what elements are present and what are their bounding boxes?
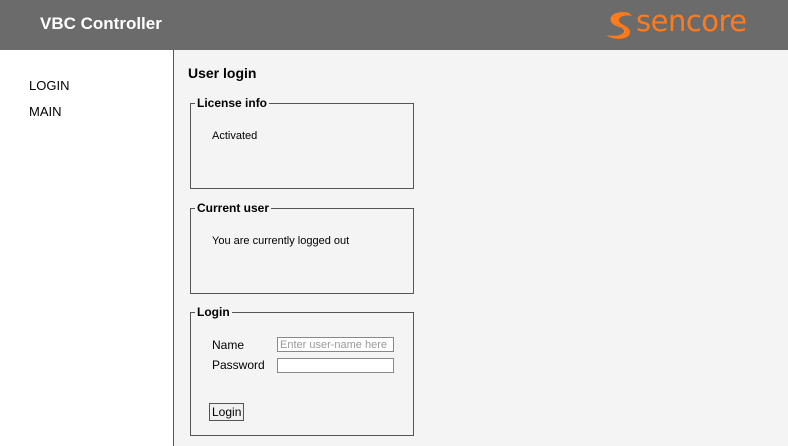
logo-wordmark: sencore [636,4,747,38]
name-label: Name [212,338,245,352]
sencore-swoosh-icon [606,12,632,39]
page-title: User login [188,65,257,81]
top-header: VBC Controller sencore [0,0,788,50]
license-info-panel: License info Activated [190,95,414,189]
main-content: User login License info Activated Curren… [174,50,788,446]
sidebar: LOGIN MAIN [0,50,174,446]
name-input[interactable] [277,337,394,352]
license-status-text: Activated [212,130,258,142]
login-panel: Login Name Password Login [190,304,414,436]
login-button[interactable]: Login [209,403,245,421]
password-input[interactable] [277,358,394,373]
license-info-legend: License info [195,95,270,111]
sencore-logo: sencore [602,4,782,44]
password-label: Password [212,358,265,372]
login-legend: Login [195,304,232,320]
current-user-legend: Current user [195,200,272,216]
current-user-status-text: You are currently logged out [212,235,350,247]
sidebar-item-main[interactable]: MAIN [29,104,62,119]
app-title: VBC Controller [40,14,162,33]
current-user-panel: Current user You are currently logged ou… [190,200,414,294]
sidebar-item-login[interactable]: LOGIN [29,78,69,93]
